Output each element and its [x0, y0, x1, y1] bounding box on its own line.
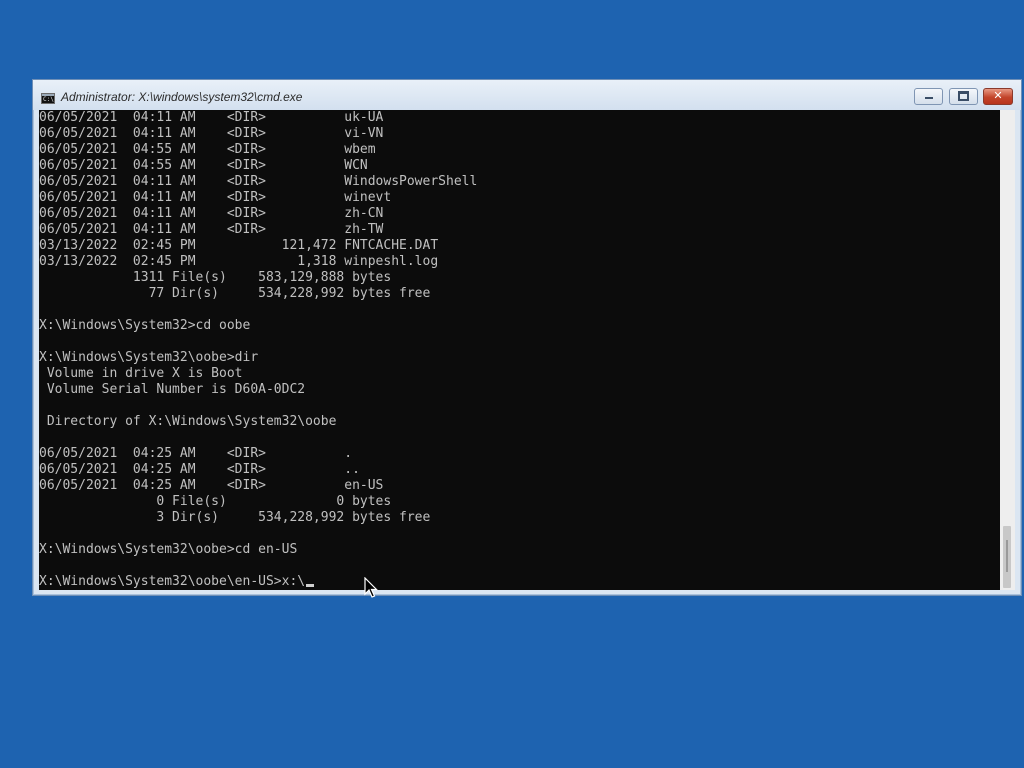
- console-line: 06/05/2021 04:25 AM <DIR> .: [39, 446, 353, 461]
- console-line: Volume Serial Number is D60A-0DC2: [39, 382, 306, 397]
- console-output[interactable]: 06/05/2021 04:11 AM <DIR> uk-UA 06/05/202…: [39, 110, 1000, 590]
- console-line: 06/05/2021 04:11 AM <DIR> zh-CN: [39, 206, 384, 221]
- text-cursor: [306, 584, 315, 587]
- maximize-icon: [958, 91, 969, 101]
- console-line: 1311 File(s) 583,129,888 bytes: [39, 270, 392, 285]
- console-line: 06/05/2021 04:55 AM <DIR> WCN: [39, 158, 368, 173]
- console-line: X:\Windows\System32\oobe>cd en-US: [39, 542, 298, 557]
- maximize-button[interactable]: [949, 88, 978, 105]
- minimize-button[interactable]: [914, 88, 943, 105]
- console-line: 03/13/2022 02:45 PM 121,472 FNTCACHE.DAT: [39, 238, 439, 253]
- mouse-pointer-icon: [364, 577, 378, 598]
- close-icon: ✕: [993, 89, 1003, 102]
- console-line: 06/05/2021 04:11 AM <DIR> winevt: [39, 190, 392, 205]
- close-button[interactable]: ✕: [983, 88, 1013, 105]
- console-line: 06/05/2021 04:55 AM <DIR> wbem: [39, 142, 376, 157]
- command-prompt-icon-text: C:\.: [43, 96, 58, 103]
- console-line: 03/13/2022 02:45 PM 1,318 winpeshl.log: [39, 254, 439, 269]
- command-prompt: X:\Windows\System32\oobe\en-US>: [39, 574, 282, 589]
- console-line: 06/05/2021 04:11 AM <DIR> zh-TW: [39, 222, 384, 237]
- console-line: 06/05/2021 04:25 AM <DIR> en-US: [39, 478, 384, 493]
- console-line: 0 File(s) 0 bytes: [39, 494, 392, 509]
- console-line: 06/05/2021 04:25 AM <DIR> ..: [39, 462, 360, 477]
- cmd-window[interactable]: C:\. Administrator: X:\windows\system32\…: [32, 79, 1022, 596]
- console-line: X:\Windows\System32>cd oobe: [39, 318, 251, 333]
- vertical-scrollbar[interactable]: [1000, 110, 1015, 590]
- console-line: Directory of X:\Windows\System32\oobe: [39, 414, 337, 429]
- console-text: 06/05/2021 04:11 AM <DIR> uk-UA 06/05/202…: [39, 110, 477, 590]
- minimize-icon: [924, 97, 933, 99]
- console-line: X:\Windows\System32\oobe>dir: [39, 350, 259, 365]
- console-line: Volume in drive X is Boot: [39, 366, 243, 381]
- title-bar[interactable]: C:\. Administrator: X:\windows\system32\…: [33, 80, 1021, 110]
- command-prompt-icon[interactable]: C:\.: [41, 93, 58, 104]
- console-line: 06/05/2021 04:11 AM <DIR> uk-UA: [39, 110, 384, 125]
- window-title: Administrator: X:\windows\system32\cmd.e…: [61, 90, 303, 104]
- command-line[interactable]: X:\Windows\System32\oobe\en-US>x:\: [39, 574, 477, 590]
- scrollbar-thumb[interactable]: [1003, 526, 1011, 588]
- command-input[interactable]: x:\: [282, 574, 305, 589]
- console-line: 77 Dir(s) 534,228,992 bytes free: [39, 286, 431, 301]
- console-line: 06/05/2021 04:11 AM <DIR> vi-VN: [39, 126, 384, 141]
- console-line: 3 Dir(s) 534,228,992 bytes free: [39, 510, 431, 525]
- console-line: 06/05/2021 04:11 AM <DIR> WindowsPowerSh…: [39, 174, 478, 189]
